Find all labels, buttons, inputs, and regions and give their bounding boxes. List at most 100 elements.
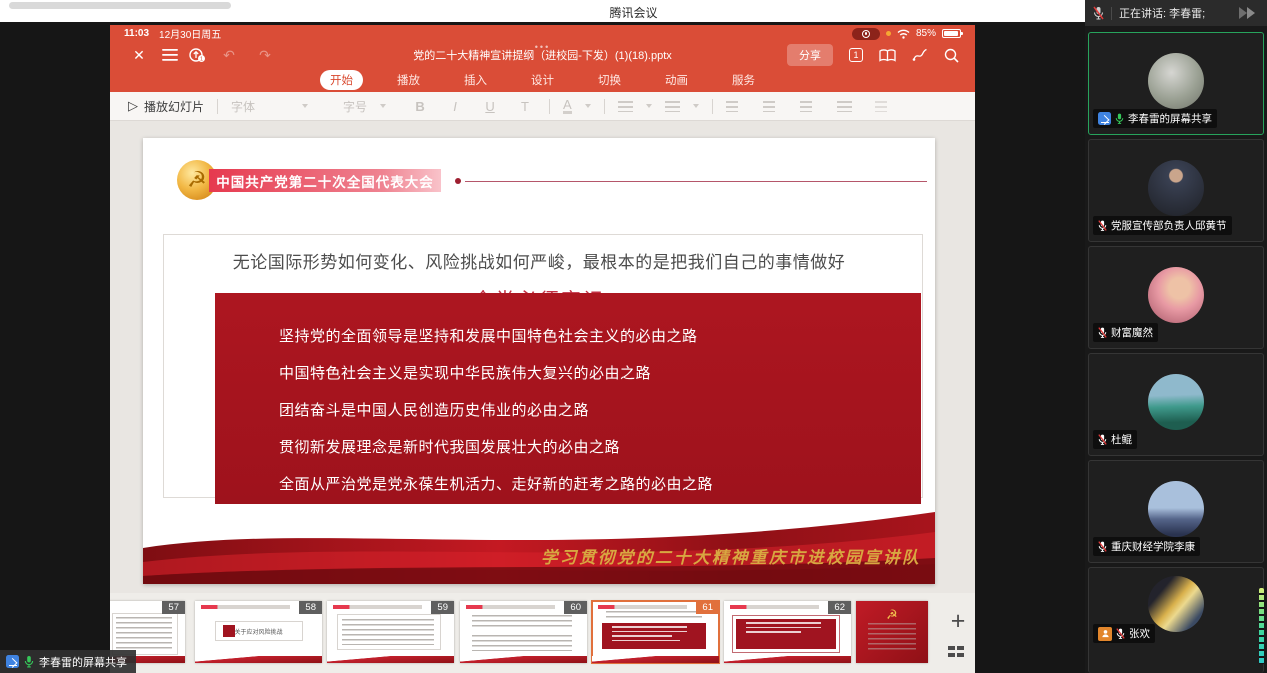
avatar bbox=[1148, 481, 1204, 537]
participant-tile[interactable]: 杜鲲 bbox=[1088, 353, 1264, 456]
avatar bbox=[1148, 267, 1204, 323]
tab-home[interactable]: 开始 bbox=[320, 70, 363, 90]
font-size-select[interactable]: 字号 bbox=[343, 98, 367, 115]
tab-transition[interactable]: 切换 bbox=[588, 70, 631, 90]
screen-share-icon bbox=[1098, 112, 1111, 125]
align-right-icon[interactable] bbox=[800, 101, 812, 112]
thumbnail-emblem-icon: ☭ bbox=[886, 607, 898, 623]
play-slideshow-button[interactable]: ▷ 播放幻灯片 bbox=[128, 98, 204, 115]
mic-muted-icon bbox=[1098, 540, 1107, 553]
align-justify-icon[interactable] bbox=[837, 101, 852, 112]
play-icon: ▷ bbox=[128, 98, 138, 114]
chevron-down-icon bbox=[693, 104, 699, 108]
mic-muted-icon bbox=[1098, 326, 1107, 339]
pen-tool-icon[interactable] bbox=[912, 48, 928, 62]
slide-sorter-icon[interactable] bbox=[948, 646, 964, 658]
chevron-down-icon bbox=[380, 104, 386, 108]
chevron-down-icon bbox=[646, 104, 652, 108]
bullet-list-icon[interactable] bbox=[618, 101, 633, 112]
current-slide[interactable]: ☭ 中国共产党第二十次全国代表大会 无论国际形势如何变化、风险挑战如何严峻，最根… bbox=[143, 138, 935, 584]
tab-service[interactable]: 服务 bbox=[722, 70, 765, 90]
participant-label: 张欢 bbox=[1093, 624, 1155, 643]
tab-insert[interactable]: 插入 bbox=[454, 70, 497, 90]
slide-header-banner: 中国共产党第二十次全国代表大会 bbox=[209, 169, 441, 192]
slide-canvas[interactable]: ☭ 中国共产党第二十次全国代表大会 无论国际形势如何变化、风险挑战如何严峻，最根… bbox=[110, 121, 975, 593]
thumbnail-last[interactable]: ☭ bbox=[856, 601, 928, 663]
thumbnail-60[interactable]: 60 bbox=[460, 601, 587, 663]
shared-screen: 11:03 12月30日周五 85% ••• ✕ bbox=[110, 25, 975, 673]
bold-button[interactable]: B bbox=[409, 99, 431, 114]
participant-tile[interactable]: 张欢 bbox=[1088, 567, 1264, 673]
participants-panel: 正在讲话: 李春雷; 李春雷的屏幕共享 bbox=[1085, 0, 1267, 673]
tab-design[interactable]: 设计 bbox=[521, 70, 564, 90]
italic-button[interactable]: I bbox=[444, 99, 466, 114]
thumbnail-58[interactable]: 58 关于应对风险挑战 bbox=[195, 601, 322, 663]
wps-toolbar: ••• ✕ 1 ↶ ↷ 党的二十大精神宣讲提纲（进校园-下发）(1)(18).p… bbox=[110, 42, 975, 68]
slide-point: 坚持党的全面领导是坚持和发展中国特色社会主义的必由之路 bbox=[279, 318, 921, 355]
chevron-down-icon bbox=[302, 104, 308, 108]
search-icon[interactable] bbox=[944, 48, 959, 63]
text-effect-button[interactable]: T bbox=[514, 99, 536, 114]
avatar bbox=[1148, 160, 1204, 216]
slide-footer-text: 学习贯彻党的二十大精神重庆市进校园宣讲队 bbox=[541, 544, 921, 568]
font-name-select[interactable]: 字体 bbox=[231, 98, 289, 115]
tencent-meeting-window: 腾讯会议 11:03 12月30日周五 85% ••• ✕ bbox=[0, 0, 1267, 673]
participant-tile[interactable]: 党服宣传部负责人邱黄节 bbox=[1088, 139, 1264, 242]
slide-quote: 无论国际形势如何变化、风险挑战如何严峻，最根本的是把我们自己的事情做好 bbox=[143, 248, 935, 273]
wps-ribbon: ▷ 播放幻灯片 字体 字号 B I U T A bbox=[110, 92, 975, 121]
thumbnail-62[interactable]: 62 bbox=[724, 601, 851, 663]
header-line bbox=[465, 181, 927, 182]
slide-point: 贯彻新发展理念是新时代我国发展壮大的必由之路 bbox=[279, 429, 921, 466]
slide-points-box: 坚持党的全面领导是坚持和发展中国特色社会主义的必由之路 中国特色社会主义是实现中… bbox=[215, 293, 921, 504]
participant-tile[interactable]: 重庆财经学院李康 bbox=[1088, 460, 1264, 563]
numbered-list-icon[interactable] bbox=[665, 101, 680, 112]
battery-icon bbox=[942, 29, 961, 38]
app-logo-icon bbox=[1237, 5, 1259, 21]
participant-label: 党服宣传部负责人邱黄节 bbox=[1093, 216, 1232, 235]
self-mic-muted-icon[interactable] bbox=[1093, 6, 1104, 20]
volume-level-bar bbox=[1259, 588, 1264, 664]
screen-record-indicator[interactable] bbox=[852, 28, 880, 40]
font-color-button[interactable]: A bbox=[563, 98, 572, 114]
line-spacing-icon[interactable] bbox=[875, 101, 887, 112]
mic-muted-icon bbox=[1098, 219, 1107, 232]
thumbnail-caption: 关于应对风险挑战 bbox=[195, 627, 322, 636]
window-title: 腾讯会议 bbox=[0, 4, 1267, 21]
participant-label: 重庆财经学院李康 bbox=[1093, 537, 1200, 556]
mic-muted-icon bbox=[1098, 433, 1107, 446]
participant-tile[interactable]: 李春雷的屏幕共享 bbox=[1088, 32, 1264, 135]
mic-muted-icon bbox=[1116, 627, 1125, 640]
avatar bbox=[1148, 576, 1204, 632]
tab-play[interactable]: 播放 bbox=[387, 70, 430, 90]
window-titlebar: 腾讯会议 bbox=[0, 0, 1267, 22]
read-mode-icon[interactable] bbox=[879, 49, 896, 62]
hotspot-icon bbox=[886, 31, 891, 36]
wps-tab-bar: 开始 播放 插入 设计 切换 动画 服务 bbox=[110, 68, 975, 92]
wifi-icon bbox=[897, 29, 910, 39]
status-date: 12月30日周五 bbox=[159, 26, 221, 41]
add-slide-button[interactable]: + bbox=[946, 607, 970, 636]
header-dot bbox=[455, 178, 461, 184]
svg-text:1: 1 bbox=[200, 57, 203, 63]
tab-animation[interactable]: 动画 bbox=[655, 70, 698, 90]
battery-percent: 85% bbox=[916, 28, 936, 39]
slide-number-icon[interactable]: 1 bbox=[849, 48, 863, 62]
slide-point: 中国特色社会主义是实现中华民族伟大复兴的必由之路 bbox=[279, 355, 921, 392]
underline-button[interactable]: U bbox=[479, 99, 501, 114]
ipad-status-bar: 11:03 12月30日周五 85% bbox=[110, 25, 975, 42]
align-left-icon[interactable] bbox=[726, 101, 738, 112]
screen-share-banner[interactable]: 李春雷的屏幕共享 bbox=[0, 650, 136, 673]
member-badge-icon bbox=[1098, 627, 1112, 641]
thumbnail-61-selected[interactable]: 61 bbox=[592, 601, 719, 663]
thumbnail-59[interactable]: 59 bbox=[327, 601, 454, 663]
participant-tile[interactable]: 财富魔然 bbox=[1088, 246, 1264, 349]
align-center-icon[interactable] bbox=[763, 101, 775, 112]
slide-point: 全面从严治党是党永葆生机活力、走好新的赶考之路的必由之路 bbox=[279, 466, 921, 503]
avatar bbox=[1148, 53, 1204, 109]
mic-on-icon bbox=[24, 655, 34, 668]
participant-label: 杜鲲 bbox=[1093, 430, 1137, 449]
avatar bbox=[1148, 374, 1204, 430]
share-doc-button[interactable]: 分享 bbox=[787, 44, 833, 66]
slide-footer-ribbon: 学习贯彻党的二十大精神重庆市进校园宣讲队 bbox=[143, 502, 935, 584]
slide-point: 团结奋斗是中国人民创造历史伟业的必由之路 bbox=[279, 392, 921, 429]
